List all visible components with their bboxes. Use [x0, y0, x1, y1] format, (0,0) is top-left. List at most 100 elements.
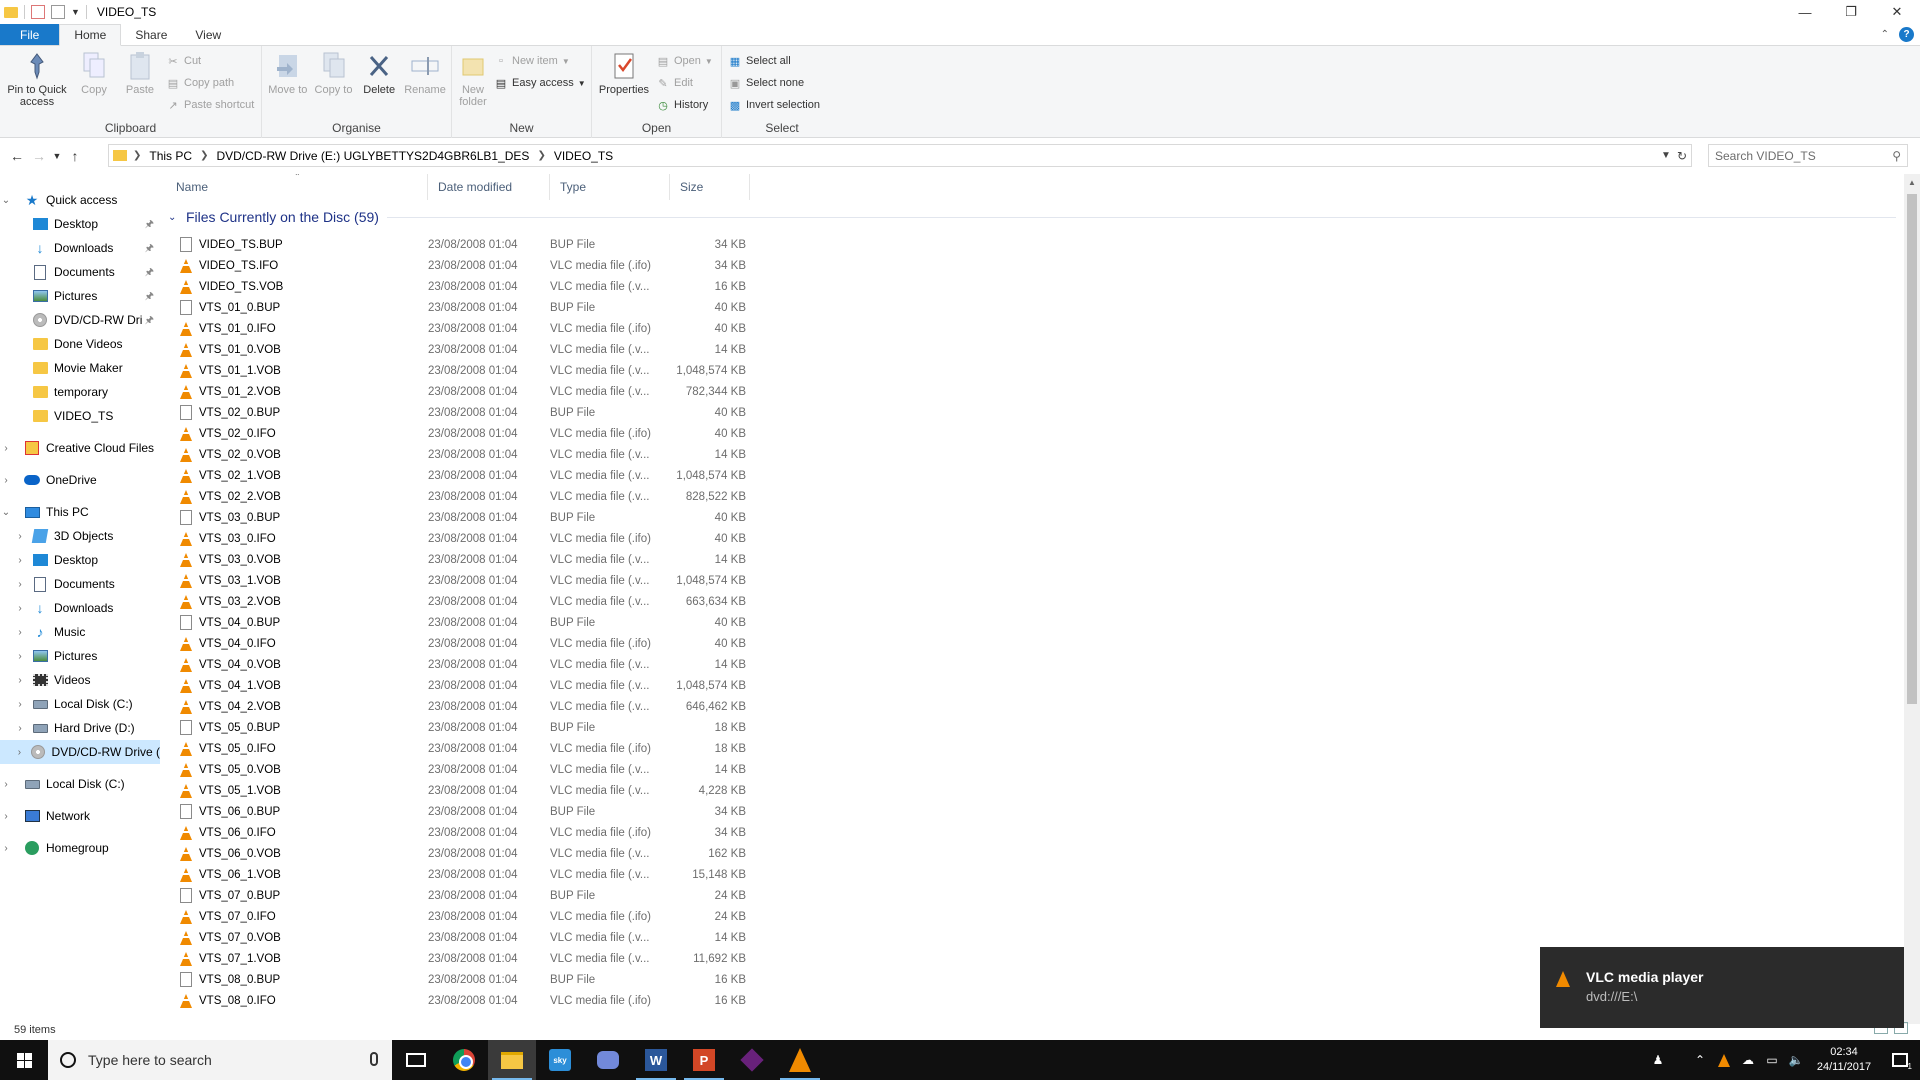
nav-quick-done-videos[interactable]: Done Videos [0, 332, 160, 356]
cut-button[interactable]: ✂ Cut [166, 52, 254, 70]
file-row[interactable]: VTS_02_1.VOB 23/08/2008 01:04 VLC media fi… [166, 465, 1906, 486]
new-folder-icon[interactable] [51, 5, 65, 19]
open-button[interactable]: ▤ Open ▼ [656, 52, 713, 70]
expand-chevron-icon[interactable]: › [14, 699, 26, 710]
history-button[interactable]: ◷ History [656, 96, 713, 114]
nav-pc-pictures[interactable]: › Pictures [0, 644, 160, 668]
file-row[interactable]: VTS_03_0.IFO 23/08/2008 01:04 VLC media fi… [166, 528, 1906, 549]
nav-quick-movie-maker[interactable]: Movie Maker [0, 356, 160, 380]
nav-homegroup[interactable]: › Homegroup [0, 836, 160, 860]
expand-chevron-icon[interactable]: › [14, 627, 26, 638]
expand-chevron-icon[interactable]: › [0, 475, 12, 486]
file-row[interactable]: VTS_01_0.VOB 23/08/2008 01:04 VLC media fi… [166, 339, 1906, 360]
file-row[interactable]: VTS_04_0.VOB 23/08/2008 01:04 VLC media fi… [166, 654, 1906, 675]
expand-chevron-icon[interactable]: › [0, 843, 12, 854]
recent-locations-icon[interactable]: ▼ [50, 145, 64, 167]
group-header[interactable]: ⌄ Files Currently on the Disc (59) [166, 206, 1896, 228]
collapse-chevron-icon[interactable]: ⌄ [0, 195, 12, 206]
expand-chevron-icon[interactable]: › [14, 531, 26, 542]
file-row[interactable]: VTS_02_0.VOB 23/08/2008 01:04 VLC media fi… [166, 444, 1906, 465]
file-row[interactable]: VTS_03_2.VOB 23/08/2008 01:04 VLC media fi… [166, 591, 1906, 612]
nav-this-pc[interactable]: ⌄ This PC [0, 500, 160, 524]
nav-pc-music[interactable]: › ♪ Music [0, 620, 160, 644]
task-view-button[interactable] [392, 1040, 440, 1080]
taskbar-discord[interactable] [584, 1040, 632, 1080]
taskbar-word[interactable]: W [632, 1040, 680, 1080]
action-center-button[interactable]: 1 [1880, 1040, 1920, 1080]
column-header-name[interactable]: ⌃ Name [166, 174, 428, 200]
nav-quick-downloads[interactable]: ↓ Downloads 🖈 [0, 236, 160, 260]
taskbar-vlc[interactable] [776, 1040, 824, 1080]
nav-pc-downloads[interactable]: › ↓ Downloads [0, 596, 160, 620]
file-row[interactable]: VTS_03_0.VOB 23/08/2008 01:04 VLC media fi… [166, 549, 1906, 570]
nav-creative-cloud[interactable]: › Creative Cloud Files [0, 436, 160, 460]
column-header-type[interactable]: Type [550, 174, 670, 200]
column-header-date[interactable]: Date modified [428, 174, 550, 200]
file-row[interactable]: VTS_05_0.BUP 23/08/2008 01:04 BUP File 18 K… [166, 717, 1906, 738]
expand-chevron-icon[interactable]: › [0, 443, 12, 454]
show-hidden-icons-chevron[interactable]: ⌃ [1688, 1040, 1712, 1080]
expand-chevron-icon[interactable]: › [14, 675, 26, 686]
search-input[interactable]: Search VIDEO_TS ⚲ [1708, 144, 1908, 167]
tab-home[interactable]: Home [59, 24, 122, 46]
address-bar[interactable]: ❯ This PC ❯ DVD/CD-RW Drive (E:) UGLYBET… [108, 144, 1692, 167]
collapse-chevron-icon[interactable]: ⌄ [0, 507, 12, 518]
file-row[interactable]: VTS_06_0.BUP 23/08/2008 01:04 BUP File 34 K… [166, 801, 1906, 822]
volume-icon[interactable]: 🔈 [1784, 1040, 1808, 1080]
nav-quick-dvd[interactable]: DVD/CD-RW Dri 🖈 [0, 308, 160, 332]
file-row[interactable]: VTS_02_0.BUP 23/08/2008 01:04 BUP File 40 K… [166, 402, 1906, 423]
people-icon[interactable]: ♟ [1646, 1040, 1670, 1080]
nav-quick-documents[interactable]: Documents 🖈 [0, 260, 160, 284]
select-all-button[interactable]: ▦ Select all [728, 52, 820, 70]
nav-pc-hard-drive[interactable]: › Hard Drive (D:) [0, 716, 160, 740]
expand-chevron-icon[interactable]: › [14, 603, 26, 614]
breadcrumb-dvd-drive[interactable]: DVD/CD-RW Drive (E:) UGLYBETTYS2D4GBR6LB… [216, 149, 529, 163]
file-row[interactable]: VTS_06_0.VOB 23/08/2008 01:04 VLC media fi… [166, 843, 1906, 864]
onedrive-tray-icon[interactable]: ☁ [1736, 1040, 1760, 1080]
file-row[interactable]: VTS_03_0.BUP 23/08/2008 01:04 BUP File 40 K… [166, 507, 1906, 528]
customize-toolbar-icon[interactable]: ▼ [71, 7, 80, 17]
invert-selection-button[interactable]: ▩ Invert selection [728, 96, 820, 114]
expand-chevron-icon[interactable]: › [14, 555, 26, 566]
file-row[interactable]: VTS_02_2.VOB 23/08/2008 01:04 VLC media fi… [166, 486, 1906, 507]
help-icon[interactable]: ? [1899, 27, 1914, 42]
nav-pc-3d-objects[interactable]: › 3D Objects [0, 524, 160, 548]
nav-quick-desktop[interactable]: Desktop 🖈 [0, 212, 160, 236]
file-row[interactable]: VIDEO_TS.IFO 23/08/2008 01:04 VLC media fi… [166, 255, 1906, 276]
start-button[interactable] [0, 1040, 48, 1080]
file-row[interactable]: VTS_06_0.IFO 23/08/2008 01:04 VLC media fi… [166, 822, 1906, 843]
select-none-button[interactable]: ▣ Select none [728, 74, 820, 92]
file-row[interactable]: VTS_01_0.IFO 23/08/2008 01:04 VLC media fi… [166, 318, 1906, 339]
expand-chevron-icon[interactable]: › [14, 651, 26, 662]
nav-quick-temporary[interactable]: temporary [0, 380, 160, 404]
tab-file[interactable]: File [0, 24, 60, 45]
scroll-up-arrow-icon[interactable]: ▲ [1904, 174, 1920, 190]
nav-local-disk[interactable]: › Local Disk (C:) [0, 772, 160, 796]
maximize-button[interactable]: ❐ [1828, 0, 1874, 24]
file-row[interactable]: VTS_03_1.VOB 23/08/2008 01:04 VLC media fi… [166, 570, 1906, 591]
nav-network[interactable]: › Network [0, 804, 160, 828]
taskbar-search-input[interactable]: Type here to search [48, 1040, 392, 1080]
file-row[interactable]: VTS_05_0.IFO 23/08/2008 01:04 VLC media fi… [166, 738, 1906, 759]
microphone-icon[interactable] [370, 1052, 378, 1066]
breadcrumb-video-ts[interactable]: VIDEO_TS [554, 149, 613, 163]
tab-view[interactable]: View [181, 24, 235, 45]
minimize-button[interactable]: — [1782, 0, 1828, 24]
expand-chevron-icon[interactable]: › [14, 747, 25, 758]
network-tray-icon[interactable]: ▭ [1760, 1040, 1784, 1080]
expand-chevron-icon[interactable]: › [14, 723, 26, 734]
file-row[interactable]: VTS_02_0.IFO 23/08/2008 01:04 VLC media fi… [166, 423, 1906, 444]
file-row[interactable]: VTS_01_1.VOB 23/08/2008 01:04 VLC media fi… [166, 360, 1906, 381]
breadcrumb-this-pc[interactable]: This PC [149, 149, 192, 163]
file-row[interactable]: VTS_07_0.BUP 23/08/2008 01:04 BUP File 24 K… [166, 885, 1906, 906]
nav-onedrive[interactable]: › OneDrive [0, 468, 160, 492]
nav-quick-access[interactable]: ⌄ ★ Quick access [0, 188, 160, 212]
new-item-button[interactable]: ▫ New item ▼ [494, 52, 586, 70]
paste-shortcut-button[interactable]: ↗ Paste shortcut [166, 96, 254, 114]
up-arrow-icon[interactable]: ↑ [64, 145, 86, 167]
file-row[interactable]: VTS_04_1.VOB 23/08/2008 01:04 VLC media fi… [166, 675, 1906, 696]
file-row[interactable]: VTS_05_0.VOB 23/08/2008 01:04 VLC media fi… [166, 759, 1906, 780]
file-row[interactable]: VTS_06_1.VOB 23/08/2008 01:04 VLC media fi… [166, 864, 1906, 885]
edit-button[interactable]: ✎ Edit [656, 74, 713, 92]
refresh-icon[interactable]: ↻ [1677, 149, 1687, 163]
